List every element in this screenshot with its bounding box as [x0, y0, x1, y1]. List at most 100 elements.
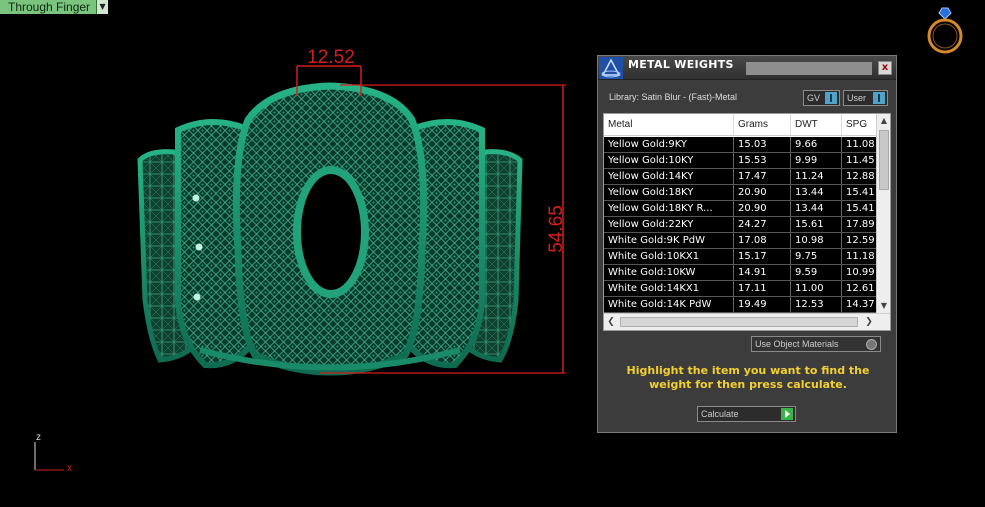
cell-dwt: 13.44 — [791, 201, 842, 216]
cell-metal: White Gold:9K PdW — [604, 233, 734, 248]
cell-dwt: 9.75 — [791, 249, 842, 264]
table-row[interactable]: White Gold:9K PdW 17.08 10.98 12.59 — [604, 233, 876, 249]
table-row[interactable]: White Gold:14KX1 17.11 11.00 12.61 — [604, 281, 876, 297]
cell-spg: 11.45 — [846, 155, 875, 166]
user-label: User — [847, 93, 867, 103]
cell-dwt: 13.44 — [791, 185, 842, 200]
cell-grams: 15.17 — [734, 249, 791, 264]
table-row[interactable]: White Gold:14K PdW 19.49 12.53 14.37 — [604, 297, 876, 313]
dimension-height-label: 54.65 — [546, 205, 567, 253]
library-label: Library: Satin Blur - (Fast)-Metal — [609, 92, 738, 102]
table-row[interactable]: Yellow Gold:18KY R... 20.90 13.44 15.41 — [604, 201, 876, 217]
cell-grams: 15.03 — [734, 137, 791, 152]
calculate-button[interactable]: Calculate — [697, 406, 796, 422]
table-header: Metal Grams DWT SPG — [604, 114, 876, 136]
column-header-spg[interactable]: SPG — [842, 114, 876, 135]
cell-dwt: 9.59 — [791, 265, 842, 280]
table-row[interactable]: Yellow Gold:9KY 15.03 9.66 11.08 — [604, 137, 876, 153]
horizontal-scrollbar[interactable]: ❮ ❯ — [604, 313, 890, 330]
user-toggle[interactable]: User — [843, 90, 888, 106]
ring-model[interactable] — [137, 82, 523, 376]
column-header-grams[interactable]: Grams — [734, 114, 791, 135]
cell-dwt: 15.61 — [791, 217, 842, 232]
scroll-thumb[interactable] — [620, 317, 858, 327]
toggle-icon — [873, 92, 885, 104]
cell-grams: 14.91 — [734, 265, 791, 280]
cell-spg: 12.59 — [846, 235, 875, 246]
table-row[interactable]: White Gold:10KW 14.91 9.59 10.99 — [604, 265, 876, 281]
dialog-title: METAL WEIGHTS — [628, 58, 734, 71]
column-header-dwt[interactable]: DWT — [791, 114, 842, 135]
hint-text: Highlight the item you want to find the … — [626, 364, 870, 391]
cell-dwt: 11.00 — [791, 281, 842, 296]
cell-metal: White Gold:14K PdW — [604, 297, 734, 312]
axis-z-label: z — [36, 432, 41, 443]
cell-metal: White Gold:14KX1 — [604, 281, 734, 296]
cell-spg: 11.08 — [846, 139, 875, 150]
cell-metal: Yellow Gold:14KY — [604, 169, 734, 184]
scroll-up-icon[interactable]: ▲ — [877, 114, 891, 128]
cell-metal: Yellow Gold:9KY — [604, 137, 734, 152]
cell-dwt: 12.53 — [791, 297, 842, 312]
cell-grams: 20.90 — [734, 185, 791, 200]
view-mode-label: Through Finger — [0, 0, 97, 14]
cell-metal: Yellow Gold:10KY — [604, 153, 734, 168]
cell-metal: White Gold:10KX1 — [604, 249, 734, 264]
play-icon — [781, 408, 793, 420]
ring-icon[interactable] — [924, 4, 966, 56]
scroll-down-icon[interactable]: ▼ — [877, 299, 891, 313]
chevron-down-icon[interactable]: ▼ — [96, 0, 109, 14]
close-button[interactable]: x — [878, 61, 892, 75]
calculate-label: Calculate — [701, 409, 739, 419]
cell-spg: 10.99 — [846, 267, 875, 278]
table-row[interactable]: Yellow Gold:18KY 20.90 13.44 15.41 — [604, 185, 876, 201]
cell-grams: 24.27 — [734, 217, 791, 232]
axis-x-label: x — [67, 463, 72, 474]
toggle-icon — [825, 92, 837, 104]
cell-metal: White Gold:10KW — [604, 265, 734, 280]
scroll-left-icon[interactable]: ❮ — [604, 314, 618, 330]
radio-icon — [866, 338, 877, 350]
view-mode-dropdown[interactable]: Through Finger ▼ — [0, 0, 109, 14]
cell-grams: 17.11 — [734, 281, 791, 296]
cell-spg: 12.88 — [846, 171, 875, 182]
table-body: Yellow Gold:9KY 15.03 9.66 11.08 Yellow Gold… — [604, 137, 876, 313]
title-bar-fill — [746, 62, 872, 75]
cell-dwt: 11.24 — [791, 169, 842, 184]
cell-spg: 11.18 — [846, 251, 875, 262]
cell-spg: 17.89 — [846, 219, 875, 230]
column-header-metal[interactable]: Metal — [604, 114, 734, 135]
cell-grams: 17.08 — [734, 233, 791, 248]
cell-dwt: 10.98 — [791, 233, 842, 248]
metal-weights-table[interactable]: Metal Grams DWT SPG Yellow Gold:9KY 15.03… — [603, 113, 891, 331]
cell-metal: Yellow Gold:18KY R... — [604, 201, 734, 216]
app-logo-icon — [599, 57, 623, 79]
axis-indicator: z x — [30, 432, 80, 476]
use-object-materials-toggle[interactable]: Use Object Materials — [751, 336, 881, 352]
table-row[interactable]: Yellow Gold:10KY 15.53 9.99 11.45 — [604, 153, 876, 169]
cell-spg: 15.41 — [846, 203, 875, 214]
vertical-scrollbar[interactable]: ▲ ▼ — [876, 114, 890, 313]
scroll-right-icon[interactable]: ❯ — [862, 314, 876, 330]
cell-grams: 17.47 — [734, 169, 791, 184]
cell-dwt: 9.66 — [791, 137, 842, 152]
cell-grams: 20.90 — [734, 201, 791, 216]
cell-grams: 19.49 — [734, 297, 791, 312]
cell-spg: 15.41 — [846, 187, 875, 198]
use-object-materials-label: Use Object Materials — [755, 339, 839, 349]
scroll-thumb[interactable] — [879, 130, 889, 190]
table-row[interactable]: Yellow Gold:14KY 17.47 11.24 12.88 — [604, 169, 876, 185]
gv-toggle[interactable]: GV — [803, 90, 840, 106]
dimension-width-label: 12.52 — [307, 47, 355, 68]
cell-metal: Yellow Gold:22KY — [604, 217, 734, 232]
cell-spg: 12.61 — [846, 283, 875, 294]
metal-weights-dialog: METAL WEIGHTS x Library: Satin Blur - (F… — [597, 55, 897, 433]
cell-spg: 14.37 — [846, 299, 875, 310]
gv-label: GV — [807, 93, 821, 103]
table-row[interactable]: Yellow Gold:22KY 24.27 15.61 17.89 — [604, 217, 876, 233]
cell-metal: Yellow Gold:18KY — [604, 185, 734, 200]
cell-grams: 15.53 — [734, 153, 791, 168]
dialog-title-bar[interactable]: METAL WEIGHTS x — [598, 56, 896, 80]
cell-dwt: 9.99 — [791, 153, 842, 168]
table-row[interactable]: White Gold:10KX1 15.17 9.75 11.18 — [604, 249, 876, 265]
